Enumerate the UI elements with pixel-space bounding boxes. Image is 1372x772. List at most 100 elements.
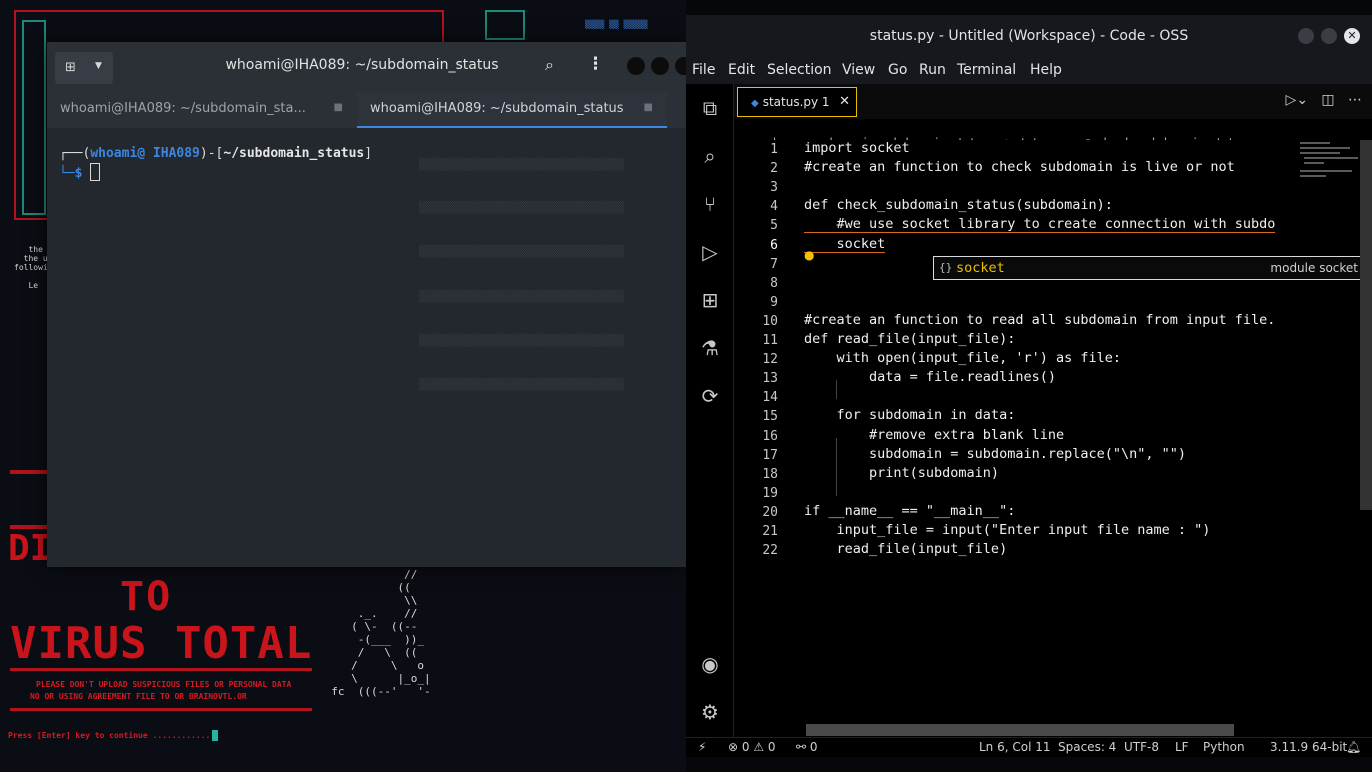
line-number: 4 — [770, 199, 778, 215]
code-line[interactable]: #remove extra blank line — [804, 427, 1064, 443]
terminal-window[interactable]: ⊞ ▼ whoami@IHA089: ~/subdomain_status ⌕ … — [47, 42, 693, 567]
minimize-button[interactable] — [627, 57, 645, 75]
bg-red-bar-3 — [10, 668, 312, 671]
terminal-tab-label: whoami@IHA089: ~/subdomain_status — [370, 101, 624, 116]
editor-tab-status-py[interactable]: ◆ status.py 1 ✕ — [737, 87, 857, 117]
code-line[interactable]: #create an function to check subdomain i… — [804, 159, 1235, 175]
remote-explorer-icon[interactable]: ⟳ — [698, 384, 722, 408]
language-mode[interactable]: Python — [1203, 740, 1245, 754]
menu-file[interactable]: File — [692, 62, 715, 78]
menu-edit[interactable]: Edit — [728, 62, 755, 78]
notifications-bell-icon[interactable]: 🔔︎ — [1346, 740, 1361, 754]
more-actions-icon[interactable]: ⋯ — [1348, 92, 1362, 108]
lightbulb-icon[interactable]: ● — [804, 248, 814, 262]
chevron-down-icon[interactable]: ⌄ — [1296, 92, 1308, 108]
editor-actions: ▷⌄ ◫ ⋯ — [1286, 92, 1362, 108]
indentation[interactable]: Spaces: 4 — [1058, 740, 1116, 754]
remote-indicator[interactable]: ⚡ — [698, 740, 706, 754]
run-file-icon[interactable]: ▷ — [1286, 92, 1297, 108]
extensions-icon[interactable]: ⊞ — [698, 288, 722, 312]
menu-terminal[interactable]: Terminal — [957, 62, 1016, 78]
encoding[interactable]: UTF-8 — [1124, 740, 1159, 754]
menu-run[interactable]: Run — [919, 62, 946, 78]
bg-banner-sub1: PLEASE DON'T UPLOAD SUSPICIOUS FILES OR … — [36, 680, 292, 689]
code-line[interactable]: import socket — [804, 140, 910, 156]
code-line[interactable]: subdomain = subdomain.replace("\n", "") — [804, 446, 1186, 462]
python-interpreter[interactable]: 3.11.9 64-bit — [1270, 740, 1347, 754]
ports-count: 0 — [809, 740, 818, 754]
code-line[interactable]: #we use socket library to create connect… — [804, 216, 1276, 234]
line-number: 10 — [762, 313, 778, 329]
close-tab-icon[interactable]: ■ — [334, 102, 343, 113]
activity-bar: ⧉ ⌕ ⑂ ▷ ⊞ ⚗ ⟳ ◉ ⚙ — [686, 84, 734, 737]
code-window-title: status.py - Untitled (Workspace) - Code … — [869, 28, 1189, 44]
line-number: 6 — [770, 237, 778, 253]
maximize-button[interactable] — [1321, 28, 1337, 44]
close-tab-icon[interactable]: ■ — [644, 102, 653, 113]
code-line[interactable]: #create an function to read all subdomai… — [804, 312, 1275, 328]
maximize-button[interactable] — [651, 57, 669, 75]
bg-banner-virustotal: VIRUS TOTAL — [10, 618, 313, 669]
error-count: 0 — [741, 740, 750, 754]
line-number: 17 — [762, 447, 778, 463]
terminal-title: whoami@IHA089: ~/subdomain_status — [225, 57, 499, 73]
testing-icon[interactable]: ⚗ — [698, 336, 722, 360]
menu-selection[interactable]: Selection — [767, 62, 832, 78]
search-icon[interactable]: ⌕ — [545, 55, 554, 75]
line-number: 20 — [762, 504, 778, 520]
horizontal-scrollbar[interactable] — [806, 724, 1234, 736]
split-editor-icon[interactable]: ◫ — [1321, 92, 1334, 108]
line-number: 13 — [762, 371, 778, 387]
terminal-tab-1[interactable]: whoami@IHA089: ~/subdomain_sta... ■ — [47, 92, 357, 128]
code-line[interactable]: with open(input_file, 'r') as file: — [804, 350, 1121, 366]
explorer-icon[interactable]: ⧉ — [698, 96, 722, 120]
code-line[interactable]: def check_subdomain_status(subdomain): — [804, 197, 1113, 213]
code-line[interactable]: for subdomain in data: — [804, 407, 1016, 423]
bg-red-bar-4 — [10, 708, 312, 711]
line-number: 18 — [762, 466, 778, 482]
chevron-down-icon[interactable]: ▼ — [95, 61, 102, 71]
bg-blue-text: ▒▒▒▒ ▒▒ ▒▒▒▒▒ — [585, 20, 648, 29]
bg-ascii-art: // (( \\ ._. // ( \- ((-- -(___ ))_ / \ … — [331, 568, 431, 698]
prompt-input-line[interactable]: └─$ — [59, 163, 101, 181]
menu-go[interactable]: Go — [888, 62, 907, 78]
settings-gear-icon[interactable]: ⚙ — [698, 700, 722, 724]
problems-indicator[interactable]: ⊗ 0 ⚠ 0 — [728, 740, 776, 754]
menu-help[interactable]: Help — [1030, 62, 1062, 78]
minimize-button[interactable] — [1298, 28, 1314, 44]
terminal-header: ⊞ ▼ whoami@IHA089: ~/subdomain_status ⌕ … — [47, 42, 693, 92]
close-tab-icon[interactable]: ✕ — [839, 94, 850, 109]
run-debug-icon[interactable]: ▷ — [698, 240, 722, 264]
suggestion-label: socket — [956, 260, 1005, 276]
code-line[interactable]: socket — [804, 236, 886, 253]
terminal-body[interactable]: ┌──(whoami@ IHA089)-[~/subdomain_status]… — [47, 128, 686, 567]
code-line[interactable]: def read_file(input_file): — [804, 331, 1015, 347]
end-of-line[interactable]: LF — [1175, 740, 1189, 754]
ports-indicator[interactable]: ⚯ 0 — [796, 740, 818, 754]
status-bar: ⚡ ⊗ 0 ⚠ 0 ⚯ 0 Ln 6, Col 11 Spaces: 4 UTF… — [686, 737, 1372, 757]
bg-teal-frame — [22, 20, 46, 215]
new-tab-button[interactable]: ⊞ ▼ — [55, 52, 113, 84]
close-button[interactable]: ✕ — [1344, 28, 1360, 44]
line-number: 7 — [770, 256, 778, 272]
terminal-tab-2[interactable]: whoami@IHA089: ~/subdomain_status ■ — [357, 92, 667, 128]
code-line[interactable]: input_file = input("Enter input file nam… — [804, 522, 1211, 538]
menu-icon[interactable]: ⋮ — [587, 54, 604, 74]
search-icon[interactable]: ⌕ — [698, 144, 722, 168]
minimap-line — [1300, 147, 1350, 149]
code-line[interactable]: data = file.readlines() — [804, 369, 1056, 385]
code-window[interactable]: status.py - Untitled (Workspace) - Code … — [686, 15, 1372, 757]
code-line[interactable]: read_file(input_file) — [804, 541, 1008, 557]
autocomplete-suggestion[interactable]: {} socket module socket — [933, 256, 1369, 280]
code-line[interactable]: print(subdomain) — [804, 465, 999, 481]
code-line[interactable]: if __name__ == "__main__": — [804, 503, 1015, 519]
editor-tab-label: status.py 1 — [762, 95, 830, 109]
source-control-icon[interactable]: ⑂ — [698, 192, 722, 216]
account-icon[interactable]: ◉ — [698, 652, 722, 676]
minimap[interactable] — [1300, 140, 1360, 180]
line-number: 8 — [770, 275, 778, 291]
code-editor[interactable]: 1 2 3 4 5 6 7 8 9 10 11 12 13 14 15 16 17 18 19 20 21 22 impo… — [734, 140, 1372, 737]
vertical-scrollbar[interactable] — [1360, 140, 1372, 510]
menu-view[interactable]: View — [842, 62, 875, 78]
cursor-position[interactable]: Ln 6, Col 11 — [979, 740, 1051, 754]
